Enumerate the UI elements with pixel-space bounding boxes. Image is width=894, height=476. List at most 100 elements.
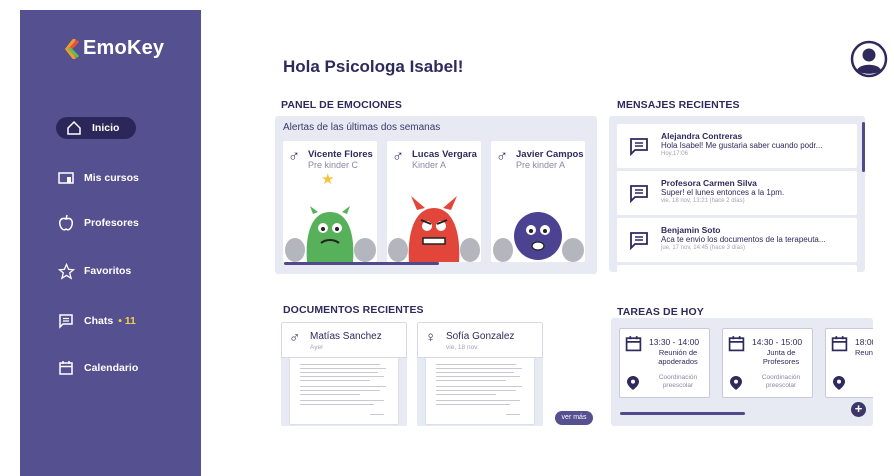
task-card[interactable]: 18:00 Reuni xyxy=(825,328,873,398)
message-item[interactable]: Alejandra Contreras Hola Isabel! Me gust… xyxy=(617,124,857,168)
male-icon: ♂ xyxy=(392,148,404,165)
task-title: Reuni xyxy=(855,348,873,357)
student-grade: Pre kinder A xyxy=(516,160,566,170)
emotion-monsters-illustration xyxy=(493,212,584,262)
favorite-star-icon[interactable]: ★ xyxy=(321,170,334,188)
task-time: 14:30 - 15:00 xyxy=(752,337,803,347)
document-card[interactable]: ♀ Sofía Gonzalez vie, 18 nov. xyxy=(417,322,543,426)
tasks-section-title: TAREAS DE HOY xyxy=(617,306,704,318)
student-alert-card[interactable]: ♂ Vicente Flores Pre kinder C ★ xyxy=(283,141,377,262)
sidebar-item-label: Favoritos xyxy=(84,265,132,277)
sidebar-item-chats[interactable]: Chats • 11 xyxy=(56,310,136,332)
message-icon xyxy=(630,232,648,250)
document-card[interactable]: ♂ Matías Sanchez Ayer xyxy=(281,322,407,426)
student-name: Lucas Vergara xyxy=(412,149,477,160)
app-logo[interactable]: EmoKey xyxy=(64,37,164,60)
message-time: Hoy,17:06 xyxy=(661,151,688,157)
sidebar-item-label: Inicio xyxy=(92,122,120,134)
student-alert-card[interactable]: ♂ Javier Campos Pre kinder A xyxy=(491,141,585,262)
task-location: Coordinación preescolar xyxy=(761,374,801,389)
student-grade: Pre kinder C xyxy=(308,160,359,170)
sidebar-item-favoritos[interactable]: Favoritos xyxy=(56,260,131,282)
home-icon xyxy=(64,118,84,138)
message-icon xyxy=(630,185,648,203)
board-icon xyxy=(56,168,76,188)
documents-section-title: DOCUMENTOS RECIENTES xyxy=(283,304,424,316)
message-item[interactable]: Profesora Carmen Silva Super! el lunes e… xyxy=(617,171,857,215)
location-pin-icon xyxy=(833,376,845,390)
female-icon: ♀ xyxy=(425,329,437,346)
task-time: 13:30 - 14:00 xyxy=(649,337,700,347)
message-time: vie, 18 nov, 13:21 (hace 2 días) xyxy=(661,198,745,204)
tasks-scrollbar[interactable] xyxy=(620,412,745,415)
location-pin-icon xyxy=(627,376,639,390)
message-sender: Profesora Carmen Silva xyxy=(661,178,757,188)
add-task-button[interactable]: + xyxy=(851,402,866,417)
emotion-monsters-illustration xyxy=(285,206,376,262)
calendar-icon xyxy=(625,336,642,352)
calendar-icon xyxy=(56,358,76,378)
sidebar-item-label: Calendario xyxy=(84,362,139,374)
chat-unread-count: • 11 xyxy=(118,315,136,327)
calendar-icon xyxy=(728,336,745,352)
sidebar: EmoKey Inicio Mis cursos Profesores Favo… xyxy=(20,10,201,476)
see-more-button[interactable]: ver más xyxy=(555,411,593,425)
document-thumbnail xyxy=(426,352,534,424)
task-card[interactable]: 14:30 - 15:00 Junta de Profesores Coordi… xyxy=(722,328,813,398)
document-card-header: ♂ Matías Sanchez Ayer xyxy=(281,322,407,358)
task-time: 18:00 xyxy=(855,337,873,347)
document-student-name: Sofía Gonzalez xyxy=(446,331,515,342)
messages-scrollbar[interactable] xyxy=(862,122,865,172)
task-card[interactable]: 13:30 - 14:00 Reunión de apoderados Coor… xyxy=(619,328,710,398)
message-preview: Hola Isabel! Me gustaria saber cuando po… xyxy=(661,141,823,150)
user-avatar[interactable] xyxy=(850,40,888,78)
star-icon xyxy=(56,261,76,281)
key-logo-icon xyxy=(64,38,79,59)
task-location: Coordinación preescolar xyxy=(658,374,698,389)
student-name: Vicente Flores xyxy=(308,149,373,160)
student-name: Javier Campos xyxy=(516,149,584,160)
page-title: Hola Psicologa Isabel! xyxy=(283,57,464,76)
location-pin-icon xyxy=(730,376,742,390)
document-card-header: ♀ Sofía Gonzalez vie, 18 nov. xyxy=(417,322,543,358)
message-icon xyxy=(630,138,648,156)
emotions-subtitle: Alertas de las últimas dos semanas xyxy=(283,122,441,133)
tasks-panel: 13:30 - 14:00 Reunión de apoderados Coor… xyxy=(611,318,873,426)
message-sender: Alejandra Contreras xyxy=(661,131,743,141)
user-avatar-icon xyxy=(850,40,888,78)
emotions-scrollbar[interactable] xyxy=(284,262,439,265)
sidebar-item-calendario[interactable]: Calendario xyxy=(56,357,138,379)
sidebar-item-inicio[interactable]: Inicio xyxy=(56,117,136,139)
male-icon: ♂ xyxy=(496,148,508,165)
message-preview: Aca te envio los documentos de la terape… xyxy=(661,235,826,244)
task-title: Junta de Profesores xyxy=(762,348,800,366)
emotions-section-title: PANEL DE EMOCIONES xyxy=(281,99,403,111)
chat-icon xyxy=(56,311,76,331)
student-alert-card[interactable]: ♂ Lucas Vergara Kinder A xyxy=(387,141,481,262)
male-icon: ♂ xyxy=(289,329,301,346)
sidebar-item-label: Chats xyxy=(84,315,114,327)
messages-section-title: MENSAJES RECIENTES xyxy=(617,99,740,111)
student-grade: Kinder A xyxy=(412,160,447,170)
document-student-name: Matías Sanchez xyxy=(310,331,382,342)
message-time: jue, 17 nov, 14:45 (hace 3 días) xyxy=(661,245,745,251)
sidebar-item-label: Mis cursos xyxy=(84,172,139,184)
document-thumbnail xyxy=(290,352,398,424)
sidebar-item-label: Profesores xyxy=(84,217,139,229)
emotion-monsters-illustration xyxy=(388,196,480,262)
task-title: Reunión de apoderados xyxy=(658,348,698,366)
message-sender: Benjamin Soto xyxy=(661,225,721,235)
message-item[interactable] xyxy=(617,265,857,272)
apple-icon xyxy=(56,213,76,233)
sidebar-item-mis-cursos[interactable]: Mis cursos xyxy=(56,167,139,189)
calendar-icon xyxy=(831,336,848,352)
male-icon: ♂ xyxy=(288,148,300,165)
document-date: vie, 18 nov. xyxy=(446,344,479,351)
emotions-panel: Alertas de las últimas dos semanas ♂ Vic… xyxy=(275,116,597,274)
document-date: Ayer xyxy=(310,344,324,351)
app-name: EmoKey xyxy=(83,37,165,59)
message-preview: Super! el lunes entonces a la 1pm. xyxy=(661,188,785,197)
message-item[interactable]: Benjamin Soto Aca te envio los documento… xyxy=(617,218,857,262)
messages-panel: Alejandra Contreras Hola Isabel! Me gust… xyxy=(609,116,865,272)
sidebar-item-profesores[interactable]: Profesores xyxy=(56,212,139,234)
